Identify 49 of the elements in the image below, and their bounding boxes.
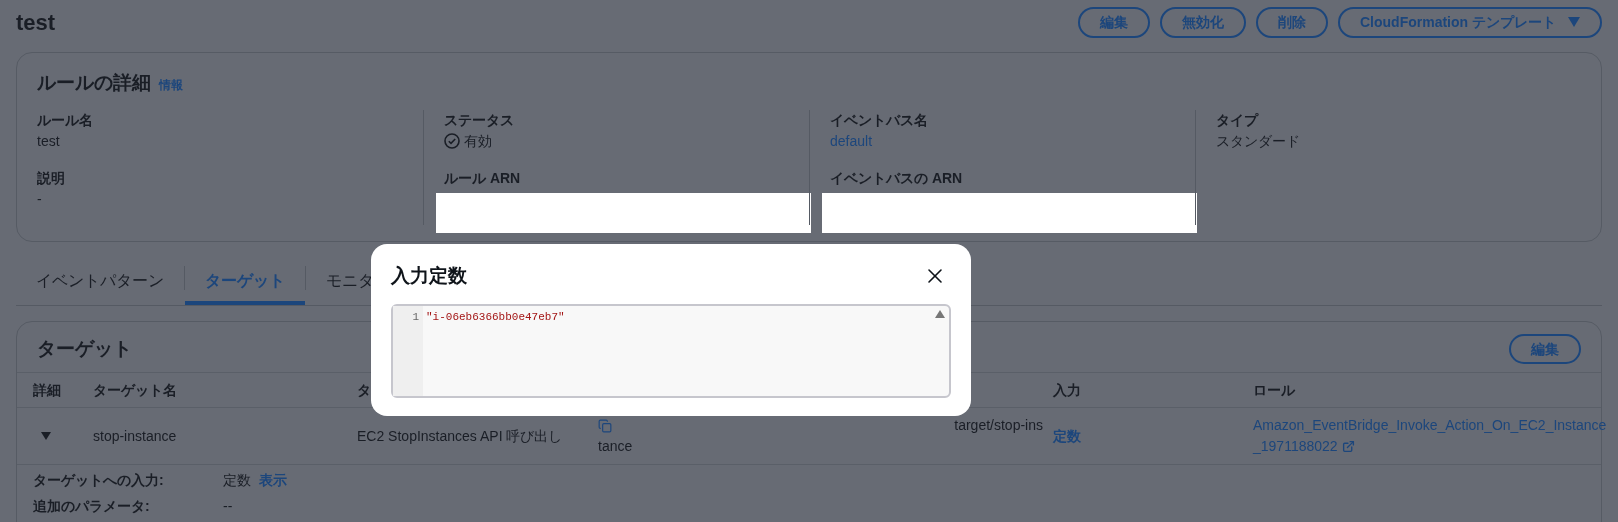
field-value: スタンダード — [1216, 131, 1301, 151]
section-title: ターゲット — [37, 336, 132, 361]
field-label: ステータス — [444, 110, 515, 130]
action-button[interactable]: 削除 — [1256, 6, 1328, 38]
field-label: イベントバスの ARN — [830, 168, 964, 188]
field-label: タイプ — [1216, 110, 1260, 130]
show-link[interactable]: 表示 — [259, 470, 287, 491]
detail-label: 追加のパラメータ: — [33, 497, 151, 516]
field-label: 説明 — [37, 168, 66, 188]
input-link[interactable]: 定数 — [1053, 425, 1253, 447]
table-cell-text: target/stop-ins — [954, 416, 1043, 435]
caret-icon — [1568, 17, 1580, 27]
edit-button[interactable]: 編集 — [1509, 334, 1581, 364]
event-bus-link[interactable]: default — [830, 130, 1195, 152]
scroll-up-icon[interactable] — [935, 310, 945, 318]
page-title: test — [16, 8, 56, 37]
section-title: ルールの詳細 — [37, 71, 151, 95]
code-line: "i-06eb6366bb0e47eb7" — [426, 310, 565, 325]
table-cell-text: tance — [598, 437, 634, 456]
field-value: - — [37, 189, 43, 209]
line-number: 1 — [412, 310, 419, 325]
field-label: ルール名 — [37, 110, 94, 130]
status-value: 有効 — [464, 131, 492, 151]
field-label: ルール ARN — [444, 168, 522, 188]
column-header: タ — [357, 380, 372, 400]
detail-value: -- — [223, 497, 233, 516]
field-label: イベントバス名 — [830, 110, 929, 130]
tab[interactable]: イベントパターン — [16, 260, 184, 305]
role-link[interactable]: Amazon_EventBridge_Invoke_Action_On_EC2_Instance — [1253, 415, 1607, 436]
code-editor[interactable]: 1 "i-06eb6366bb0e47eb7" — [391, 304, 951, 398]
detail-value: 定数 — [223, 471, 251, 490]
column-header: ターゲット名 — [93, 380, 178, 400]
column-header: 入力 — [1053, 380, 1082, 400]
expand-caret-icon[interactable] — [41, 431, 51, 441]
info-link[interactable]: 情報 — [159, 76, 183, 94]
check-circle-icon — [444, 133, 460, 149]
template-dropdown[interactable]: CloudFormation テンプレート — [1338, 6, 1602, 38]
tab[interactable]: ターゲット — [185, 260, 305, 305]
action-button[interactable]: 編集 — [1078, 6, 1150, 38]
column-header: 詳細 — [33, 380, 62, 400]
table-cell-text: EC2 StopInstances API 呼び出し — [357, 426, 564, 446]
detail-label: ターゲットへの入力: — [33, 471, 165, 490]
table-cell-text: stop-instance — [93, 426, 178, 446]
modal-title: 入力定数 — [391, 263, 467, 288]
external-link-icon — [1341, 440, 1355, 453]
field-value: test — [37, 131, 61, 151]
column-header: ロール — [1253, 380, 1296, 400]
role-link[interactable]: _1971188022 — [1253, 436, 1338, 457]
action-button[interactable]: 無効化 — [1160, 6, 1246, 38]
